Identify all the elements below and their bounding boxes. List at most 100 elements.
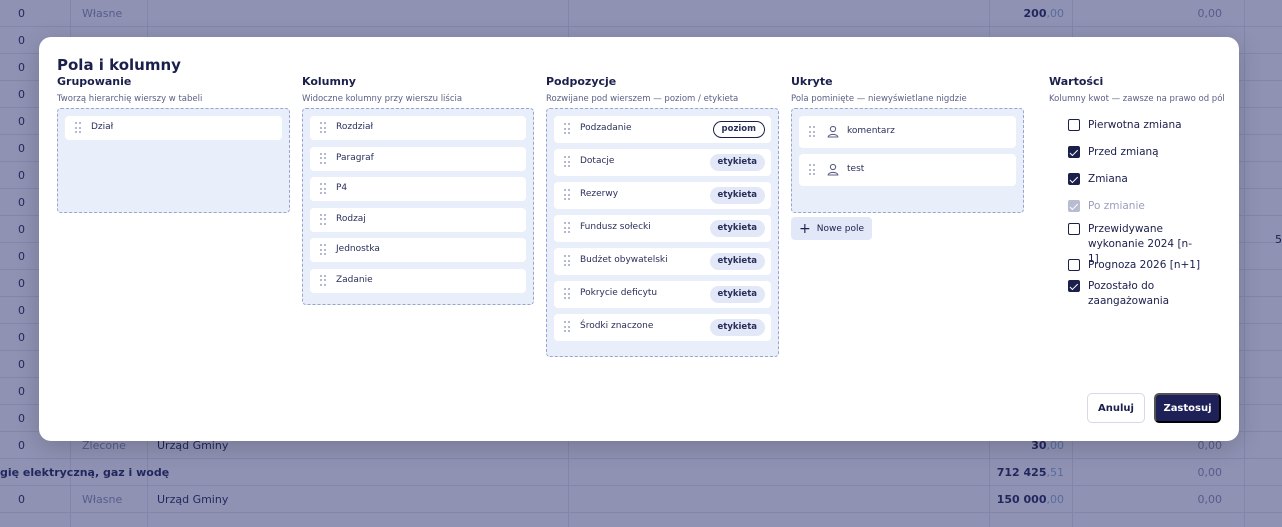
subitem-chip[interactable]: Fundusz sołecki etykieta bbox=[554, 215, 771, 242]
subitem-chip[interactable]: Rezerwy etykieta bbox=[554, 182, 771, 209]
fields-columns-dialog: Pola i kolumny Grupowanie Tworzą hierarc… bbox=[39, 37, 1239, 441]
value-label: Zmiana bbox=[1088, 173, 1128, 185]
value-option[interactable]: Pierwotna zmiana bbox=[1053, 118, 1203, 133]
drag-handle-icon[interactable] bbox=[564, 288, 570, 299]
subitem-label: Podzadanie bbox=[580, 123, 632, 133]
drag-handle-icon[interactable] bbox=[809, 126, 815, 137]
value-label: Prognoza 2026 [n+1] bbox=[1088, 259, 1201, 271]
subitems-subtitle: Rozwijane pod wierszem — poziom / etykie… bbox=[546, 94, 739, 104]
grouping-title: Grupowanie bbox=[57, 75, 132, 88]
person-icon bbox=[827, 125, 839, 138]
field-label: P4 bbox=[336, 183, 348, 193]
drag-handle-icon[interactable] bbox=[320, 244, 326, 255]
value-label: Po zmianie bbox=[1088, 200, 1145, 212]
drag-handle-icon[interactable] bbox=[1053, 146, 1060, 157]
value-checkbox[interactable] bbox=[1068, 119, 1080, 131]
hidden-field-chip[interactable]: komentarz bbox=[799, 116, 1016, 148]
value-option[interactable]: Prognoza 2026 [n+1] bbox=[1053, 258, 1203, 273]
field-label: Rodzaj bbox=[336, 213, 366, 224]
value-checkbox[interactable] bbox=[1068, 259, 1080, 271]
drag-handle-icon[interactable] bbox=[320, 152, 326, 164]
subitems-section: Podpozycje Rozwijane pod wierszem — pozi… bbox=[546, 75, 738, 104]
label-toggle[interactable]: etykieta bbox=[709, 286, 765, 303]
drag-handle-icon[interactable] bbox=[1053, 173, 1060, 184]
value-checkbox[interactable] bbox=[1068, 280, 1080, 292]
values-section: Wartości Kolumny kwot — zawsze na prawo … bbox=[1049, 75, 1225, 104]
subitem-label: Rezerwy bbox=[580, 189, 619, 199]
table-edge-value: 5 bbox=[1275, 233, 1282, 246]
value-label: Przed zmianą bbox=[1088, 146, 1159, 158]
values-subtitle: Kolumny kwot — zawsze na prawo od pól bbox=[1049, 94, 1225, 104]
drag-handle-icon[interactable] bbox=[320, 213, 326, 225]
columns-dropzone[interactable]: Rozdział Paragraf P4 Rodzaj Jednostka Zadanie bbox=[302, 108, 534, 305]
apply-button[interactable]: Zastosuj bbox=[1154, 393, 1221, 423]
grouping-dropzone[interactable]: Dział bbox=[57, 108, 290, 213]
field-chip[interactable]: Rozdział bbox=[310, 116, 526, 140]
subitems-title: Podpozycje bbox=[546, 75, 617, 88]
drag-handle-icon[interactable] bbox=[1053, 119, 1060, 130]
drag-handle-icon[interactable] bbox=[320, 122, 326, 133]
field-chip[interactable]: Jednostka bbox=[310, 238, 526, 262]
drag-handle-icon[interactable] bbox=[564, 255, 570, 266]
drag-handle-icon[interactable] bbox=[320, 274, 326, 286]
drag-handle-icon[interactable] bbox=[564, 123, 570, 134]
drag-handle-icon[interactable] bbox=[75, 122, 81, 133]
value-label: Pozostało do zaangażowania bbox=[1088, 280, 1170, 307]
drag-handle-icon[interactable] bbox=[1053, 200, 1060, 211]
hidden-field-label: test bbox=[847, 164, 865, 174]
value-checkbox[interactable] bbox=[1068, 173, 1080, 185]
drag-handle-icon[interactable] bbox=[564, 189, 570, 200]
value-checkbox[interactable] bbox=[1068, 146, 1080, 158]
columns-title: Kolumny bbox=[302, 75, 356, 88]
drag-handle-icon[interactable] bbox=[564, 156, 570, 167]
new-field-button[interactable]: + Nowe pole bbox=[791, 217, 872, 240]
hidden-section: Ukryte Pola pominięte — niewyświetlane n… bbox=[791, 75, 967, 104]
field-chip[interactable]: Rodzaj bbox=[310, 207, 526, 232]
value-option[interactable]: Przed zmianą bbox=[1053, 145, 1203, 160]
field-chip[interactable]: Paragraf bbox=[310, 146, 526, 171]
grouping-subtitle: Tworzą hierarchię wierszy w tabeli bbox=[57, 94, 203, 104]
hidden-subtitle: Pola pominięte — niewyświetlane nigdzie bbox=[791, 94, 967, 104]
hidden-field-chip[interactable]: test bbox=[799, 154, 1016, 186]
person-icon bbox=[827, 163, 839, 176]
subitem-chip[interactable]: Podzadanie poziom bbox=[554, 116, 771, 143]
subitem-chip[interactable]: Pokrycie deficytu etykieta bbox=[554, 281, 771, 308]
value-label: Pierwotna zmiana bbox=[1088, 119, 1182, 131]
value-option[interactable]: Pozostało do zaangażowania bbox=[1053, 279, 1203, 309]
field-chip[interactable]: Dział bbox=[65, 116, 282, 140]
drag-handle-icon[interactable] bbox=[1053, 223, 1060, 234]
label-toggle[interactable]: etykieta bbox=[709, 319, 765, 336]
drag-handle-icon[interactable] bbox=[564, 222, 570, 233]
label-toggle[interactable]: etykieta bbox=[709, 220, 765, 237]
level-toggle[interactable]: poziom bbox=[712, 121, 765, 138]
subitem-label: Środki znaczone bbox=[580, 321, 654, 331]
new-field-label: Nowe pole bbox=[816, 223, 864, 234]
drag-handle-icon[interactable] bbox=[564, 321, 570, 332]
plus-icon: + bbox=[799, 220, 811, 237]
field-label: Paragraf bbox=[336, 152, 374, 163]
drag-handle-icon[interactable] bbox=[320, 183, 326, 194]
subitem-chip[interactable]: Środki znaczone etykieta bbox=[554, 314, 771, 341]
value-checkbox[interactable] bbox=[1068, 223, 1080, 235]
field-chip[interactable]: Zadanie bbox=[310, 268, 526, 293]
drag-handle-icon[interactable] bbox=[809, 164, 815, 175]
subitems-dropzone[interactable]: Podzadanie poziom Dotacje etykieta Rezerwy et… bbox=[546, 108, 779, 357]
drag-handle-icon[interactable] bbox=[1053, 259, 1060, 270]
field-label: Zadanie bbox=[336, 274, 373, 285]
hidden-field-label: komentarz bbox=[847, 126, 895, 136]
label-toggle[interactable]: etykieta bbox=[709, 187, 765, 204]
columns-section: Kolumny Widoczne kolumny przy wierszu li… bbox=[302, 75, 462, 104]
value-option[interactable]: Zmiana bbox=[1053, 172, 1203, 187]
label-toggle[interactable]: etykieta bbox=[709, 154, 765, 171]
field-chip[interactable]: P4 bbox=[310, 177, 526, 201]
grouping-section: Grupowanie Tworzą hierarchię wierszy w t… bbox=[57, 75, 202, 104]
values-title: Wartości bbox=[1049, 75, 1104, 88]
drag-handle-icon[interactable] bbox=[1053, 280, 1060, 291]
subitem-chip[interactable]: Budżet obywatelski etykieta bbox=[554, 248, 771, 275]
label-toggle[interactable]: etykieta bbox=[709, 253, 765, 270]
cancel-button[interactable]: Anuluj bbox=[1087, 393, 1145, 423]
hidden-title: Ukryte bbox=[791, 75, 833, 88]
subitem-chip[interactable]: Dotacje etykieta bbox=[554, 149, 771, 176]
hidden-dropzone[interactable]: komentarz test bbox=[791, 108, 1024, 213]
field-label: Jednostka bbox=[336, 244, 380, 254]
